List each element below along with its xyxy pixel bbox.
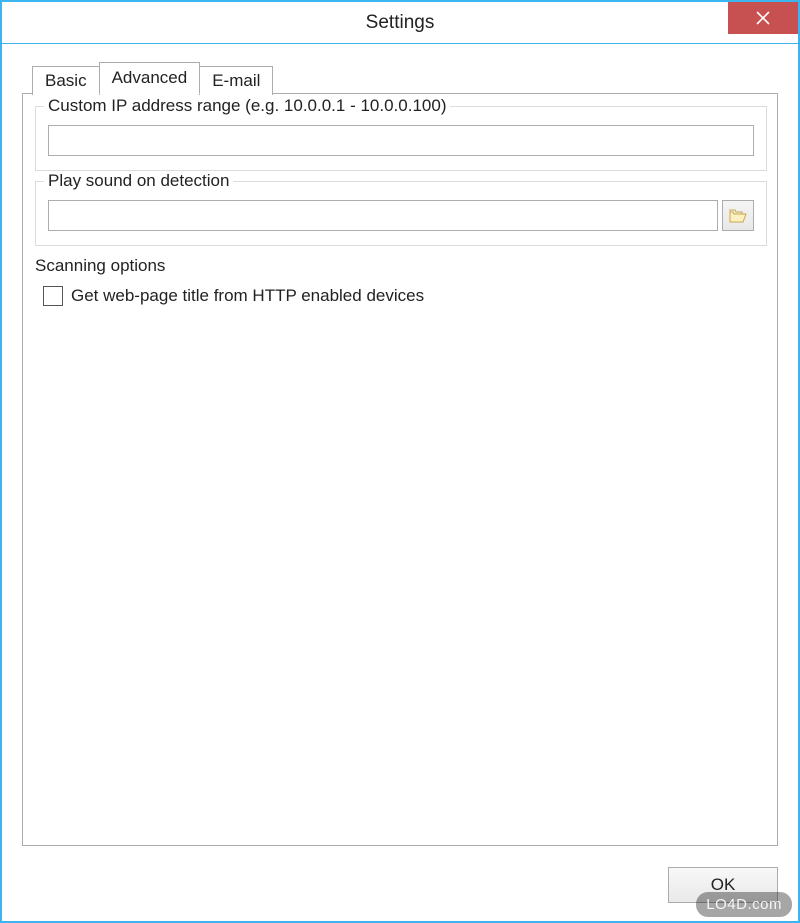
tab-basic[interactable]: Basic xyxy=(32,66,100,95)
checkbox-http-title[interactable] xyxy=(43,286,63,306)
group-sound-title: Play sound on detection xyxy=(44,171,233,191)
group-scanning: Scanning options Get web-page title from… xyxy=(35,256,767,306)
sound-path-input[interactable] xyxy=(48,200,718,231)
sound-input-wrap xyxy=(48,200,754,231)
checkbox-http-title-label: Get web-page title from HTTP enabled dev… xyxy=(71,286,424,306)
window-title: Settings xyxy=(366,12,435,34)
ok-button[interactable]: OK xyxy=(668,867,778,903)
tab-strip: Basic Advanced E-mail xyxy=(32,62,778,94)
content-area: Basic Advanced E-mail Custom IP address … xyxy=(2,44,798,857)
ip-range-input[interactable] xyxy=(48,125,754,156)
browse-sound-button[interactable] xyxy=(722,200,754,231)
tab-panel-advanced: Custom IP address range (e.g. 10.0.0.1 -… xyxy=(22,93,778,846)
footer: OK xyxy=(2,857,798,921)
close-button[interactable] xyxy=(728,2,798,34)
tab-email[interactable]: E-mail xyxy=(199,66,273,95)
tab-advanced[interactable]: Advanced xyxy=(99,62,201,94)
group-ip-range: Custom IP address range (e.g. 10.0.0.1 -… xyxy=(35,106,767,171)
titlebar: Settings xyxy=(2,2,798,44)
group-sound: Play sound on detection xyxy=(35,181,767,246)
close-icon xyxy=(756,11,770,25)
folder-open-icon xyxy=(729,208,747,224)
group-scanning-title: Scanning options xyxy=(35,256,767,276)
settings-window: Settings Basic Advanced E-mail Custom IP… xyxy=(0,0,800,923)
group-ip-range-title: Custom IP address range (e.g. 10.0.0.1 -… xyxy=(44,96,450,116)
ip-range-input-wrap xyxy=(48,125,754,156)
checkbox-row-http-title: Get web-page title from HTTP enabled dev… xyxy=(35,286,767,306)
